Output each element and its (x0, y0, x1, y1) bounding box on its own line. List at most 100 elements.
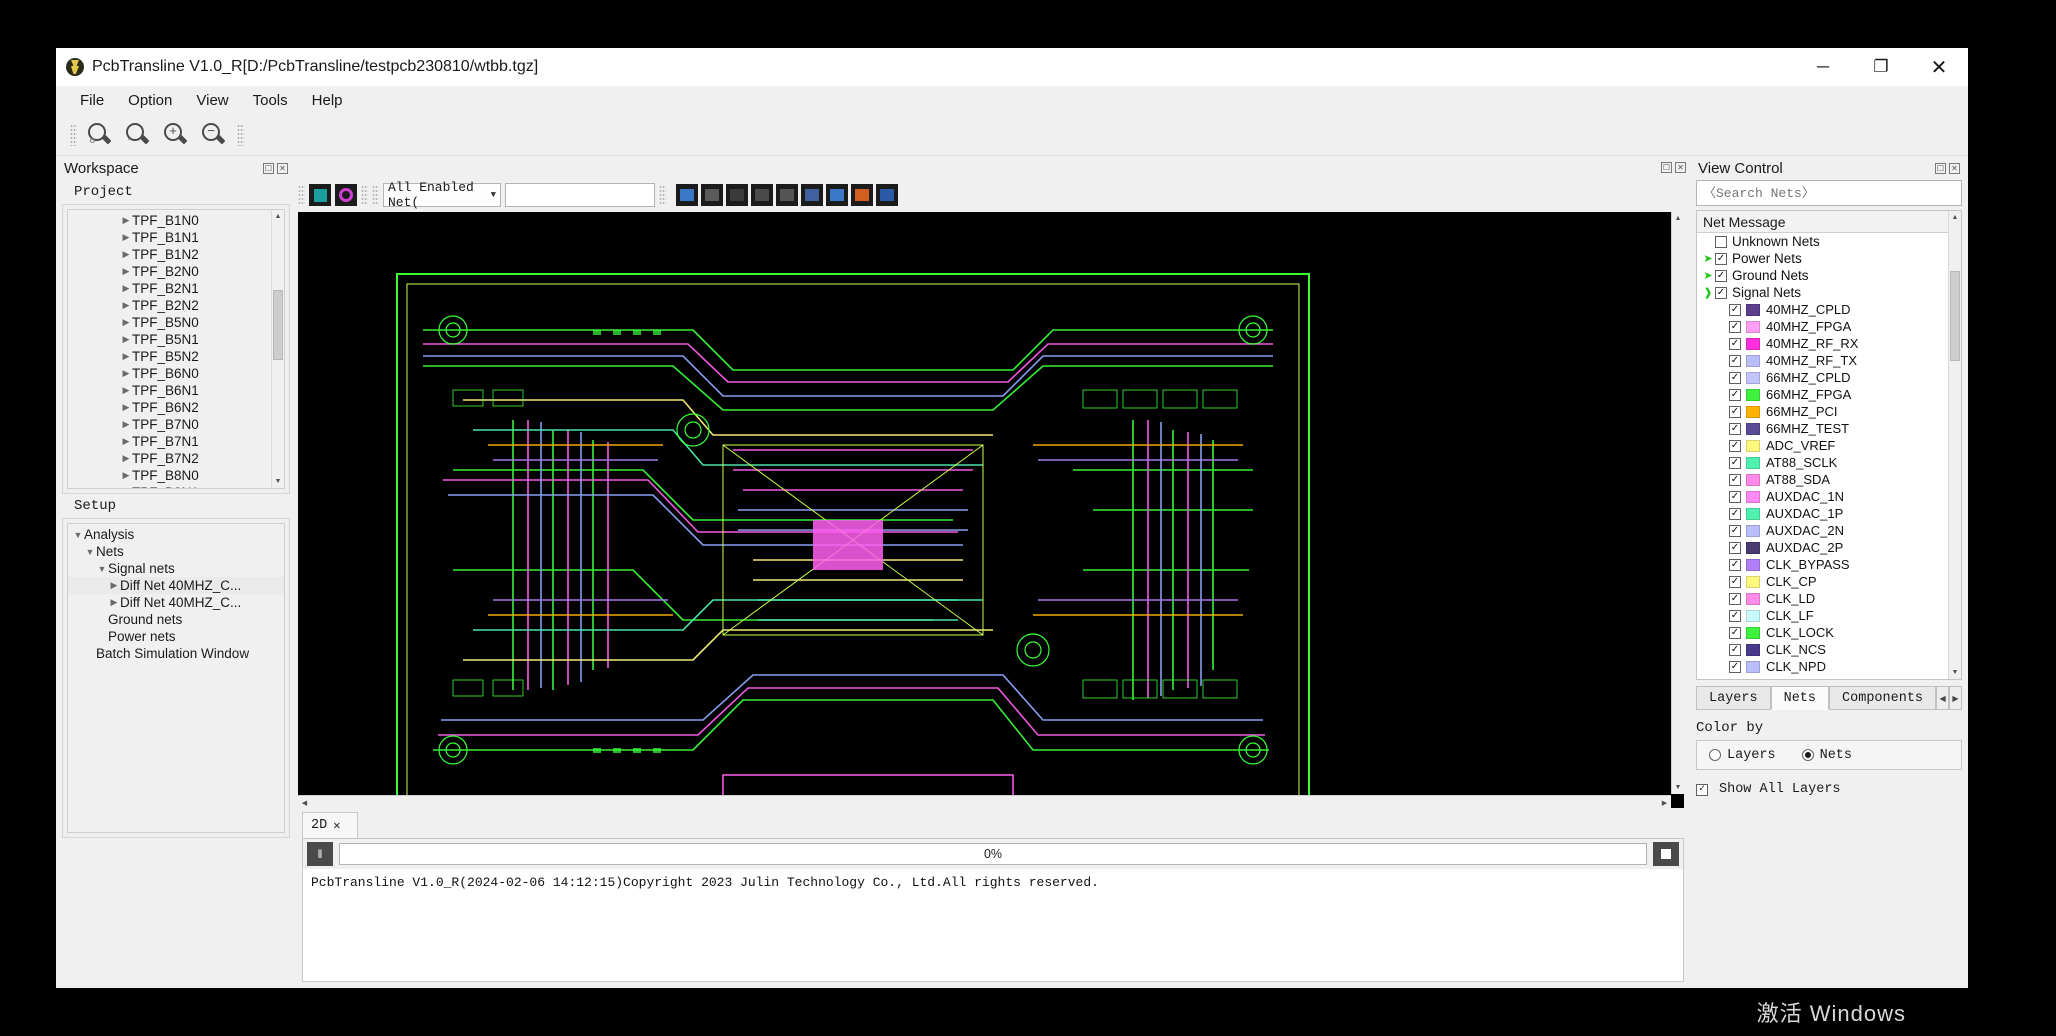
net-row[interactable]: ✓ CLK_LOCK (1697, 624, 1961, 641)
net-row[interactable]: ✓ 40MHZ_RF_TX (1697, 352, 1961, 369)
layer-mask-button[interactable] (876, 184, 898, 206)
chevron-right-icon[interactable]: ▶ (120, 402, 132, 413)
net-row[interactable]: ✓ AT88_SDA (1697, 471, 1961, 488)
minimize-button[interactable]: ─ (1794, 48, 1852, 86)
net-checkbox[interactable]: ✓ (1729, 337, 1741, 350)
chevron-right-icon[interactable]: ▶ (120, 487, 132, 488)
net-row[interactable]: ✓ CLK_LF (1697, 607, 1961, 624)
net-row[interactable]: ✓ AUXDAC_1N (1697, 488, 1961, 505)
canvas-toolbar-grip-3[interactable] (372, 185, 379, 205)
radio-indicator[interactable] (1801, 749, 1814, 761)
project-tree-item[interactable]: ▶ TPF_B6N2 (68, 399, 284, 416)
project-tree-item[interactable]: ▶ TPF_B1N0 (68, 212, 284, 229)
canvas-vertical-scrollbar[interactable]: ▲ ▼ (1671, 212, 1684, 794)
net-checkbox[interactable]: ✓ (1729, 439, 1741, 452)
collapse-arrow-icon[interactable]: ❱ (1701, 286, 1715, 299)
menu-item-option[interactable]: Option (116, 89, 184, 112)
pcb-canvas[interactable]: ▲ ▼ ◀ ▶ (298, 212, 1684, 808)
search-nets-input[interactable] (1696, 180, 1962, 206)
net-scroll-down-icon[interactable]: ▼ (1949, 666, 1961, 679)
zoom-in-button[interactable]: + (157, 118, 195, 152)
chevron-down-icon[interactable]: ▼ (72, 530, 84, 540)
net-group-row[interactable]: ➤ ✓ Ground Nets (1697, 267, 1961, 284)
net-row[interactable]: ✓ CLK_NCS (1697, 641, 1961, 658)
canvas-scroll-left-icon[interactable]: ◀ (298, 796, 311, 808)
net-checkbox[interactable]: ✓ (1729, 541, 1741, 554)
chevron-right-icon[interactable]: ▶ (120, 368, 132, 379)
close-icon[interactable]: ✕ (333, 818, 340, 833)
project-tree-item[interactable]: ▶ TPF_B2N2 (68, 297, 284, 314)
project-tree[interactable]: ▶ TPF_B1N0 ▶ TPF_B1N1 ▶ TPF_B1N2 ▶ TPF_B2N0 ▶ TPF… (67, 209, 285, 489)
canvas-toolbar-grip[interactable] (298, 185, 305, 205)
net-group-row[interactable]: ➤ ✓ Power Nets (1697, 250, 1961, 267)
chevron-right-icon[interactable]: ▶ (108, 597, 120, 608)
project-tree-item[interactable]: ▶ TPF_B5N0 (68, 314, 284, 331)
net-group-checkbox[interactable]: ✓ (1715, 269, 1727, 282)
tab-nav-prev-button[interactable]: ◀ (1936, 686, 1950, 710)
chevron-right-icon[interactable]: ▶ (120, 283, 132, 294)
setup-tree-item[interactable]: ▼ Signal nets (68, 560, 284, 577)
menu-item-file[interactable]: File (68, 89, 116, 112)
view-control-float-icon[interactable]: ☐ (1935, 162, 1946, 174)
setup-tree-item[interactable]: ▼ Analysis (68, 526, 284, 543)
net-row[interactable]: ✓ 40MHZ_RF_RX (1697, 335, 1961, 352)
color-by-layers-radio[interactable]: Layers (1709, 748, 1776, 763)
color-by-nets-radio[interactable]: Nets (1801, 748, 1852, 763)
radio-indicator[interactable] (1709, 749, 1721, 761)
chevron-right-icon[interactable]: ▶ (120, 334, 132, 345)
canvas-scroll-down-icon[interactable]: ▼ (1672, 781, 1684, 794)
net-checkbox[interactable]: ✓ (1729, 456, 1741, 469)
layer-inner5-button[interactable] (801, 184, 823, 206)
workspace-close-icon[interactable]: ✕ (277, 162, 288, 174)
project-tree-item[interactable]: ▶ TPF_B1N1 (68, 229, 284, 246)
net-row[interactable]: ✓ AT88_SCLK (1697, 454, 1961, 471)
net-checkbox[interactable]: ✓ (1729, 388, 1741, 401)
outline-mode-button[interactable] (335, 184, 357, 206)
project-tree-scrollbar[interactable]: ▲ ▼ (271, 210, 284, 488)
canvas-float-icon[interactable]: ☐ (1661, 161, 1672, 173)
net-group-row[interactable]: Unknown Nets (1697, 233, 1961, 250)
project-tree-item[interactable]: ▶ TPF_B8N0 (68, 467, 284, 484)
net-checkbox[interactable]: ✓ (1729, 643, 1741, 656)
canvas-scroll-right-icon[interactable]: ▶ (1658, 796, 1671, 808)
net-row[interactable]: ✓ AUXDAC_1P (1697, 505, 1961, 522)
expand-arrow-icon[interactable]: ➤ (1701, 252, 1715, 265)
net-checkbox[interactable]: ✓ (1729, 473, 1741, 486)
net-row[interactable]: ✓ ADC_VREF (1697, 437, 1961, 454)
pause-button[interactable]: ‖ (307, 842, 333, 866)
net-checkbox[interactable]: ✓ (1729, 609, 1741, 622)
project-tree-item[interactable]: ▶ TPF_B5N1 (68, 331, 284, 348)
net-checkbox[interactable]: ✓ (1729, 558, 1741, 571)
toolbar-grip-end[interactable] (237, 123, 244, 146)
net-group-checkbox[interactable]: ✓ (1715, 286, 1727, 299)
chevron-right-icon[interactable]: ▶ (120, 453, 132, 464)
net-row[interactable]: ✓ 66MHZ_FPGA (1697, 386, 1961, 403)
tab-components[interactable]: Components (1829, 686, 1937, 710)
setup-tree[interactable]: ▼ Analysis ▼ Nets ▼ Signal nets ▶ Diff Net 40MH… (67, 523, 285, 833)
net-row[interactable]: ✓ 40MHZ_CPLD (1697, 301, 1961, 318)
layer-inner1-button[interactable] (701, 184, 723, 206)
maximize-button[interactable]: ❐ (1852, 48, 1910, 86)
chevron-right-icon[interactable]: ▶ (120, 436, 132, 447)
net-row[interactable]: ✓ CLK_NPD (1697, 658, 1961, 675)
canvas-toolbar-grip-4[interactable] (659, 185, 666, 205)
tab-2d[interactable]: 2D ✕ (302, 812, 358, 838)
setup-tree-item[interactable]: Power nets (68, 628, 284, 645)
chevron-right-icon[interactable]: ▶ (120, 249, 132, 260)
chevron-right-icon[interactable]: ▶ (120, 266, 132, 277)
setup-tree-item[interactable]: Batch Simulation Window (68, 645, 284, 662)
fill-mode-button[interactable] (309, 184, 331, 206)
net-checkbox[interactable]: ✓ (1729, 303, 1741, 316)
net-checkbox[interactable]: ✓ (1729, 405, 1741, 418)
net-row[interactable]: ✓ 66MHZ_TEST (1697, 420, 1961, 437)
chevron-right-icon[interactable]: ▶ (108, 580, 120, 591)
net-row[interactable]: ✓ AUXDAC_2N (1697, 522, 1961, 539)
scroll-up-icon[interactable]: ▲ (272, 210, 284, 223)
setup-tree-item[interactable]: Ground nets (68, 611, 284, 628)
tab-nets[interactable]: Nets (1770, 686, 1830, 710)
scrollbar-thumb[interactable] (273, 290, 283, 360)
net-group-checkbox[interactable]: ✓ (1715, 252, 1727, 265)
layer-inner4-button[interactable] (776, 184, 798, 206)
layer-bottom-button[interactable] (826, 184, 848, 206)
tab-nav-next-button[interactable]: ▶ (1949, 686, 1962, 710)
